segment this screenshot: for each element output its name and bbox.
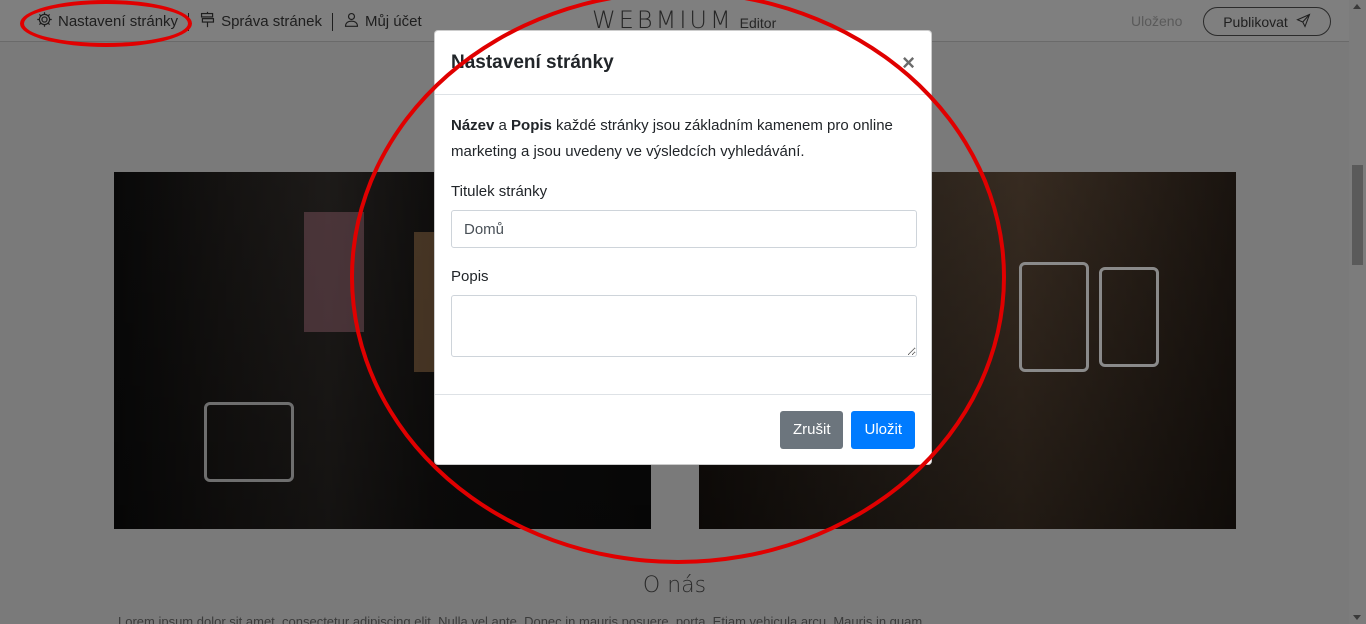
scroll-down-arrow[interactable] bbox=[1353, 615, 1361, 620]
nav-page-management[interactable]: Správa stránek bbox=[199, 11, 322, 32]
chair-decoration bbox=[1019, 262, 1089, 372]
publish-label: Publikovat bbox=[1223, 13, 1288, 30]
gear-icon bbox=[36, 11, 53, 32]
shelf-decoration bbox=[304, 212, 364, 332]
modal-footer: Zrušit Uložit bbox=[435, 394, 931, 464]
page-title-input[interactable] bbox=[451, 210, 917, 248]
page-settings-modal: Nastavení stránky × Název a Popis každé … bbox=[434, 30, 932, 465]
title-label: Titulek stránky bbox=[451, 183, 548, 200]
intro-bold-description: Popis bbox=[511, 117, 552, 134]
nav-page-settings-label: Nastavení stránky bbox=[58, 13, 179, 30]
user-icon bbox=[343, 11, 360, 32]
nav-page-settings[interactable]: Nastavení stránky bbox=[36, 11, 178, 32]
nav-divider bbox=[331, 12, 333, 31]
save-button[interactable]: Uložit bbox=[851, 410, 915, 449]
about-heading: O nás bbox=[642, 573, 707, 598]
scroll-thumb[interactable] bbox=[1352, 165, 1363, 265]
send-icon bbox=[1295, 13, 1311, 31]
page-scrollbar[interactable] bbox=[1349, 0, 1366, 624]
about-text: Lorem ipsum dolor sit amet, consectetur … bbox=[118, 614, 926, 624]
close-icon[interactable]: × bbox=[902, 50, 915, 76]
intro-bold-name: Název bbox=[451, 117, 495, 134]
save-status: Uloženo bbox=[1131, 13, 1183, 29]
modal-intro: Název a Popis každé stránky jsou základn… bbox=[451, 113, 915, 165]
publish-button[interactable]: Publikovat bbox=[1203, 7, 1331, 36]
modal-title: Nastavení stránky bbox=[451, 51, 614, 73]
description-textarea[interactable] bbox=[451, 295, 917, 357]
nav-my-account[interactable]: Můj účet bbox=[343, 11, 422, 32]
modal-header: Nastavení stránky × bbox=[435, 31, 931, 95]
intro-connector: a bbox=[494, 117, 512, 134]
cancel-button[interactable]: Zrušit bbox=[779, 410, 844, 449]
logo-sub: Editor bbox=[739, 15, 777, 31]
nav-divider bbox=[188, 12, 190, 31]
nav-page-management-label: Správa stránek bbox=[221, 13, 322, 30]
top-nav: Nastavení stránky Správa stránek Můj úče… bbox=[36, 11, 422, 32]
modal-body: Název a Popis každé stránky jsou základn… bbox=[435, 95, 931, 361]
nav-my-account-label: Můj účet bbox=[364, 13, 422, 30]
description-label: Popis bbox=[451, 268, 489, 285]
signpost-icon bbox=[199, 11, 216, 32]
chair-decoration bbox=[1099, 267, 1159, 367]
scroll-up-arrow[interactable] bbox=[1353, 4, 1361, 9]
chair-decoration bbox=[204, 402, 294, 482]
